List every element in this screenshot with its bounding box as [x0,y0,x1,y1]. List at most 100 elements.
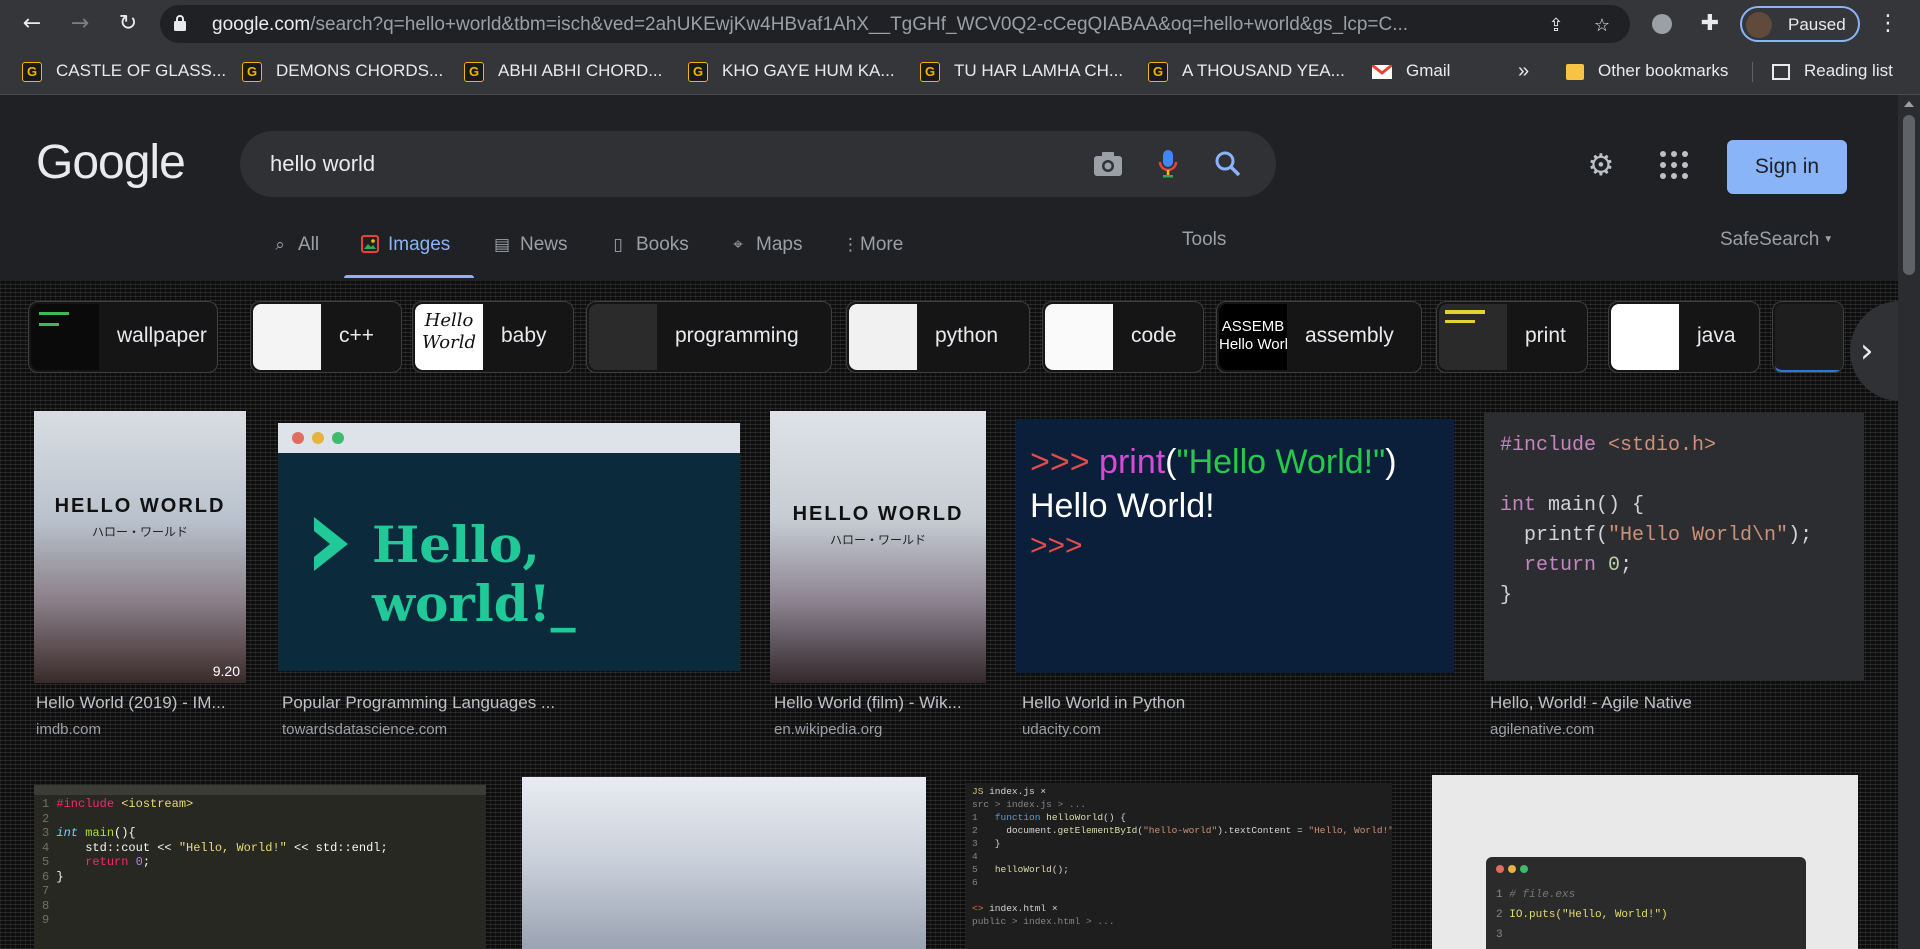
other-bookmarks[interactable]: Other bookmarks [1566,59,1728,83]
tab-news[interactable]: ▤ News [492,229,568,261]
result-image-agilenative[interactable]: #include <stdio.h> int main() { printf("… [1484,413,1864,681]
result-image-towardsdatascience[interactable]: Hello, world!_ [278,423,740,671]
tab-label: Maps [756,234,803,255]
bookmark-favicon-icon: G [22,61,42,82]
result-image-udacity[interactable]: >>> print("Hello World!") Hello World! >… [1016,419,1454,673]
reading-list[interactable]: Reading list [1772,59,1893,83]
settings-gear-icon[interactable]: ⚙ [1584,149,1618,183]
search-icon[interactable] [1212,148,1244,180]
google-logo[interactable]: Google [36,135,186,190]
forward-arrow-icon[interactable]: → [66,10,94,38]
puzzle-icon[interactable]: ✚ [1696,10,1724,38]
camera-icon[interactable] [1092,148,1124,180]
bookmark-item[interactable]: G ABHI ABHI CHORD... [464,59,662,83]
tab-more[interactable]: ⋮More [842,229,903,261]
result-image-js-editor[interactable]: JS index.js × src > index.js > ... 1 fun… [966,783,1392,949]
bookmark-label: DEMONS CHORDS... [276,61,444,80]
microphone-icon[interactable] [1152,148,1184,180]
result-source: en.wikipedia.org [774,721,883,738]
bookmark-item[interactable]: G KHO GAYE HUM KA... [688,59,895,83]
python-prompt: >>> [1030,443,1090,481]
poster-subtitle: ハロー・ワールド [829,533,926,547]
other-bookmarks-label: Other bookmarks [1598,61,1729,80]
chip-label: code [1131,324,1177,347]
result-caption[interactable]: Hello World in Python [1022,693,1222,713]
chip-thumbnail [1439,304,1507,370]
tools-button[interactable]: Tools [1182,229,1226,251]
reading-list-icon [1772,63,1790,80]
chip-label: wallpaper [117,324,207,347]
reload-icon[interactable]: ↻ [114,10,142,38]
cpp-code-snippet: 1 #include <iostream> 2 3 int main(){ 4 … [42,797,388,927]
chips-next-arrow-icon[interactable]: › [1850,301,1898,401]
search-box[interactable]: hello world [240,131,1276,197]
sign-in-button[interactable]: Sign in [1727,140,1847,194]
bookmarks-overflow-button[interactable]: » [1518,59,1529,83]
extension-circle-icon[interactable] [1648,10,1676,38]
tab-books[interactable]: ▯ Books [608,229,689,261]
browser-toolbar: ← → ↻ google.com/search?q=hello+world&tb… [0,0,1920,48]
poster-title: HELLO WORLD [54,495,226,517]
tab-maps[interactable]: ⌖ Maps [728,229,802,261]
bookmark-label: ABHI ABHI CHORD... [498,61,663,80]
tab-label: News [520,234,568,255]
search-input[interactable]: hello world [270,151,375,177]
result-image-wikipedia[interactable]: HELLO WORLD ハロー・ワールド [770,411,986,683]
address-bar[interactable]: google.com/search?q=hello+world&tbm=isch… [160,5,1630,43]
related-chip-java[interactable]: java [1608,301,1760,373]
related-chip-print[interactable]: print [1436,301,1588,373]
c-code-snippet: #include <stdio.h> int main() { printf("… [1500,434,1813,607]
profile-button[interactable]: Paused [1740,6,1860,42]
related-chip-wallpaper[interactable]: wallpaper [28,301,218,373]
result-caption[interactable]: Hello World (2019) - IM... [36,693,246,713]
bookmark-item[interactable]: G TU HAR LAMHA CH... [920,59,1123,83]
bookmark-item[interactable]: G A THOUSAND YEA... [1148,59,1345,83]
bookmark-item[interactable]: G CASTLE OF GLASS... [22,59,226,83]
active-tab-indicator [344,275,474,278]
book-icon: ▯ [613,235,623,255]
share-icon[interactable]: ⇪ [1546,16,1566,36]
bookmark-favicon-icon: G [242,61,262,82]
tab-all[interactable]: ⌕ All [270,229,319,261]
tab-label: More [860,234,904,255]
back-arrow-icon[interactable]: ← [18,10,46,38]
chip-thumbnail [589,304,657,370]
related-chip-partial[interactable] [1772,301,1844,373]
poster-title: HELLO WORLD [792,503,964,525]
result-caption[interactable]: Popular Programming Languages ... [282,693,582,713]
bookmark-label: CASTLE OF GLASS... [56,61,227,80]
tab-images[interactable]: Images [360,229,450,261]
bookmark-star-icon[interactable]: ☆ [1592,16,1612,36]
lock-icon [174,15,186,31]
search-tabs: ⌕ All Images ▤ News ▯ Books ⌖ Maps ⋮More [0,215,1898,275]
chrome-menu-icon[interactable]: ⋮ [1874,10,1902,38]
page-scrollbar[interactable] [1898,95,1920,949]
result-image-imdb[interactable]: HELLO WORLD ハロー・ワールド 9.20 [34,411,246,683]
js-code-snippet: JS index.js × src > index.js > ... 1 fun… [972,786,1392,927]
chip-thumbnail [1045,304,1113,370]
result-image-anime-still[interactable] [522,777,926,949]
chip-thumbnail [1775,304,1843,372]
related-chip-programming[interactable]: programming [586,301,832,373]
related-chip-baby[interactable]: Hello World baby [412,301,574,373]
bookmark-label: A THOUSAND YEA... [1182,61,1345,80]
url-text: google.com/search?q=hello+world&tbm=isch… [212,14,1409,35]
bookmark-favicon-icon: G [920,61,940,82]
related-chip-assembly[interactable]: ASSEMB Hello World assembly [1216,301,1422,373]
apps-grid-icon[interactable] [1660,151,1690,181]
safesearch-dropdown[interactable]: SafeSearch ▼ [1720,229,1833,251]
result-caption[interactable]: Hello, World! - Agile Native [1490,693,1750,713]
result-caption[interactable]: Hello World (film) - Wik... [774,693,984,713]
related-chip-python[interactable]: python [846,301,1030,373]
bookmark-item[interactable]: G DEMONS CHORDS... [242,59,443,83]
window-dot-green [332,432,344,444]
related-chip-code[interactable]: code [1042,301,1204,373]
chip-thumbnail [31,304,99,370]
result-image-cpp-editor[interactable]: 1 #include <iostream> 2 3 int main(){ 4 … [34,785,486,949]
result-image-elixir[interactable]: 1 # file.exs 2 IO.puts("Hello, World!") … [1432,775,1858,949]
scroll-up-arrow-icon[interactable] [1904,101,1914,107]
result-source: agilenative.com [1490,721,1595,738]
scrollbar-thumb[interactable] [1903,115,1915,275]
related-chip-cpp[interactable]: c++ [250,301,402,373]
bookmark-gmail[interactable]: Gmail [1372,59,1450,83]
